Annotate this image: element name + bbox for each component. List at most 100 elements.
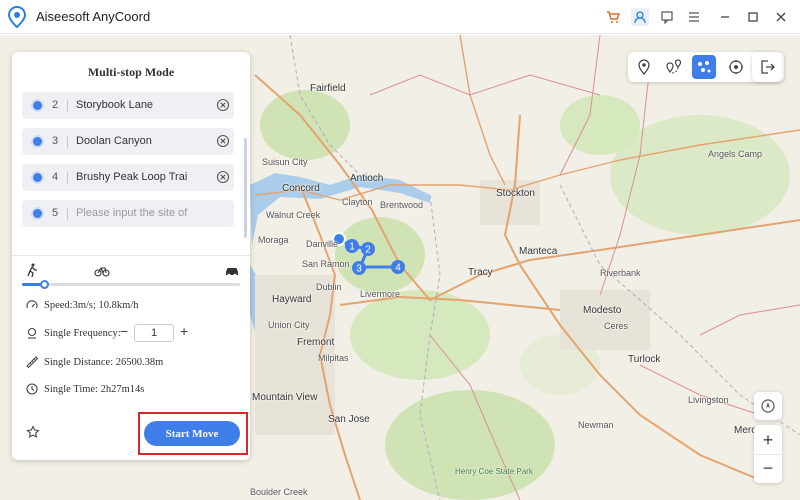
locate-icon (761, 399, 775, 413)
route-point-4[interactable]: 4 (391, 260, 405, 274)
walk-icon[interactable] (24, 263, 40, 277)
start-move-button[interactable]: Start Move (144, 421, 240, 446)
divider (67, 172, 68, 184)
multi-stop-panel: Multi-stop Mode 2 Storybook Lane 3 Doola… (12, 52, 250, 460)
map-label: San Jose (328, 414, 370, 425)
speed-row: Speed:3m/s; 10.8km/h (26, 297, 139, 313)
time-text: Single Time: 2h27m14s (44, 383, 145, 395)
frequency-row: Single Frequency: (26, 325, 121, 341)
route-pins-icon (666, 59, 682, 74)
maximize-icon[interactable] (744, 8, 762, 26)
divider (67, 100, 68, 112)
route-point-label: 4 (395, 263, 401, 274)
park-area (560, 95, 640, 155)
frequency-input[interactable]: 1 (134, 324, 174, 342)
stop-dot-icon (33, 209, 42, 218)
frequency-increment-button[interactable]: + (180, 324, 192, 338)
stop-input[interactable]: Brushy Peak Loop Trai (76, 171, 206, 183)
stop-input-placeholder[interactable]: Please input the site of (76, 207, 206, 219)
zoom-out-button[interactable]: − (754, 454, 782, 482)
map-label: Suisun City (262, 157, 308, 167)
map-label: Fremont (297, 337, 335, 348)
stop-item[interactable]: 5 Please input the site of (22, 200, 234, 227)
divider (67, 208, 68, 220)
map-label: San Ramon (302, 259, 350, 269)
bike-icon[interactable] (94, 263, 110, 277)
stop-input[interactable]: Doolan Canyon (76, 135, 206, 147)
exit-button[interactable] (752, 52, 782, 82)
time-row: Single Time: 2h27m14s (26, 381, 144, 397)
cart-icon[interactable] (604, 8, 622, 26)
route-point-1[interactable]: 1 (345, 239, 359, 253)
clock-icon (26, 383, 38, 395)
map-label: Concord (282, 183, 320, 194)
frequency-decrement-button[interactable]: − (120, 324, 132, 339)
map-label: Dublin (316, 282, 342, 292)
map-label: Tracy (468, 267, 493, 278)
minimize-icon[interactable] (716, 8, 734, 26)
route-point-2[interactable]: 2 (361, 242, 375, 256)
route-point-label: 3 (356, 264, 362, 275)
route-point-3[interactable]: 3 (352, 261, 366, 275)
joystick-icon (729, 60, 743, 74)
map-label: Hayward (272, 294, 312, 305)
map-label: Riverbank (600, 268, 641, 278)
multi-stop-mode-button[interactable] (692, 55, 716, 79)
stop-number: 3 (52, 135, 59, 147)
stop-item[interactable]: 4 Brushy Peak Loop Trai (22, 164, 234, 191)
stop-number: 4 (52, 171, 59, 183)
frequency-icon (27, 327, 37, 339)
locate-button[interactable] (754, 392, 782, 420)
speed-slider-handle[interactable] (39, 280, 49, 289)
app-title: Aiseesoft AnyCoord (36, 9, 151, 24)
map-label: Stockton (496, 188, 535, 199)
map-label: Antioch (350, 173, 384, 184)
distance-row: Single Distance: 26500.38m (26, 354, 163, 370)
one-stop-mode-button[interactable] (662, 55, 686, 79)
park-area (335, 217, 425, 293)
map-label: Ceres (604, 321, 629, 331)
title-bar: Aiseesoft AnyCoord (0, 0, 800, 34)
stop-input[interactable]: Storybook Lane (76, 99, 206, 111)
user-icon[interactable] (631, 8, 649, 26)
feedback-icon[interactable] (658, 8, 676, 26)
close-icon[interactable] (772, 8, 790, 26)
joystick-mode-button[interactable] (724, 55, 748, 79)
zoom-controls: + − (754, 425, 782, 483)
map-label: Newman (578, 420, 614, 430)
route-point-label: 2 (365, 245, 371, 256)
app-logo-icon (7, 6, 27, 28)
stop-dot-icon (33, 101, 42, 110)
map-label: Danville (306, 239, 339, 249)
star-icon[interactable] (26, 425, 40, 439)
remove-stop-icon[interactable] (216, 170, 230, 184)
map-label: Boulder Creek (250, 487, 308, 497)
map-label: Moraga (258, 235, 289, 245)
speedometer-icon (26, 300, 38, 309)
car-icon[interactable] (224, 263, 240, 277)
zoom-in-button[interactable]: + (754, 426, 782, 454)
speed-slider[interactable] (22, 280, 240, 289)
divider (12, 255, 250, 256)
ruler-icon (26, 356, 38, 368)
remove-stop-icon[interactable] (216, 134, 230, 148)
park-area (350, 290, 490, 380)
road (699, 304, 800, 336)
road (639, 364, 761, 416)
park-area (385, 390, 555, 500)
road (369, 74, 601, 96)
stop-item[interactable]: 2 Storybook Lane (22, 92, 234, 119)
menu-icon[interactable] (685, 8, 703, 26)
map-label: Milpitas (318, 353, 349, 363)
park-area (260, 90, 350, 160)
teleport-mode-button[interactable] (632, 55, 656, 79)
map-label: Turlock (628, 354, 661, 365)
stop-number: 2 (52, 99, 59, 111)
remove-stop-icon[interactable] (216, 98, 230, 112)
map-label: Modesto (583, 305, 622, 316)
stop-item[interactable]: 3 Doolan Canyon (22, 128, 234, 155)
frequency-label: Single Frequency: (44, 327, 121, 339)
map-label: Manteca (519, 246, 558, 257)
exit-icon (761, 60, 775, 74)
stop-list-scrollbar[interactable] (244, 138, 247, 238)
